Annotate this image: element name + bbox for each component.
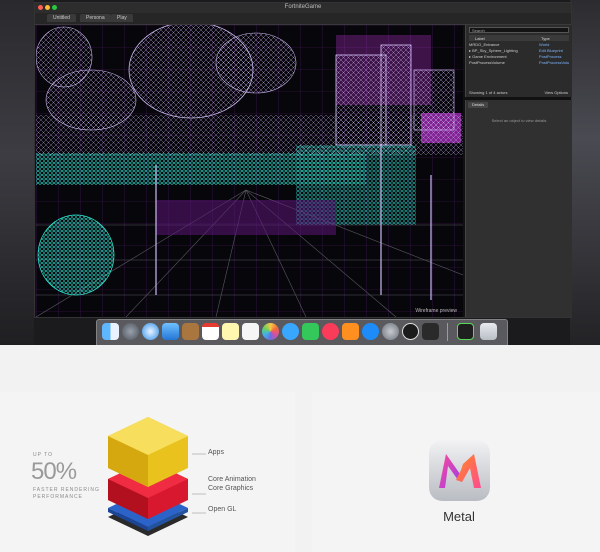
viewport-caption: Wireframe preview: [415, 308, 457, 314]
facetime-icon[interactable]: [302, 323, 319, 340]
dock: [96, 319, 508, 345]
outliner-header: Label Type: [469, 35, 569, 41]
launchpad-icon[interactable]: [122, 323, 139, 340]
finder-icon[interactable]: [102, 323, 119, 340]
calendar-icon[interactable]: [202, 323, 219, 340]
stack-label-apps: Apps: [208, 449, 224, 456]
system-preferences-icon[interactable]: [382, 323, 399, 340]
outliner-search-input[interactable]: Search: [469, 27, 569, 33]
safari-icon[interactable]: [142, 323, 159, 340]
activity-monitor-icon[interactable]: [457, 323, 474, 340]
unreal-engine-icon[interactable]: [402, 323, 419, 340]
stack-label-core-graphics: Core Graphics: [208, 485, 254, 492]
desktop-wallpaper-right: [570, 0, 600, 345]
mail-icon[interactable]: [162, 323, 179, 340]
column-label[interactable]: Label: [475, 36, 485, 41]
window-title: FortniteGame: [284, 4, 322, 10]
music-icon[interactable]: [322, 323, 339, 340]
tab-untitled[interactable]: Untitled: [47, 14, 76, 22]
contacts-icon[interactable]: [182, 323, 199, 340]
app-store-icon[interactable]: [362, 323, 379, 340]
editor-toolbar: Untitled Persona Play: [35, 13, 571, 25]
level-viewport[interactable]: Wireframe preview: [36, 25, 463, 317]
wireframe-scene: [36, 25, 463, 317]
metal-app-icon: [429, 440, 490, 501]
messages-icon[interactable]: [282, 323, 299, 340]
trash-icon[interactable]: [480, 323, 497, 340]
fortnite-icon[interactable]: [422, 323, 439, 340]
actor-count: Showing 1 of 4 actors: [469, 90, 508, 95]
ibooks-icon[interactable]: [342, 323, 359, 340]
outliner-footer: Showing 1 of 4 actors View Options: [469, 89, 569, 96]
metal-label: Metal: [443, 509, 475, 524]
stack-label-core-animation: Core Animation: [208, 476, 256, 483]
desktop-screenshot: FortniteGame Untitled Persona Play Wiref…: [0, 0, 600, 345]
tab-details[interactable]: Details: [468, 102, 489, 108]
world-outliner-panel: Search Label Type MRDO_Entrance World ▸ …: [465, 25, 572, 97]
performance-panel: UP TO 50% FASTER RENDERING PERFORMANCE A…: [0, 392, 295, 552]
performance-value: 50%: [31, 458, 77, 485]
outliner-row[interactable]: PostProcessVolume PostProcessVolume: [469, 60, 569, 66]
view-options-button[interactable]: View Options: [545, 89, 569, 96]
tab-persona[interactable]: Persona: [80, 14, 111, 22]
dock-separator: [447, 323, 448, 341]
details-empty-message: Select an object to view details: [491, 118, 547, 123]
notes-icon[interactable]: [222, 323, 239, 340]
performance-description: FASTER RENDERING PERFORMANCE: [33, 487, 100, 500]
graphics-stack-diagram: [108, 417, 206, 536]
photos-icon[interactable]: [262, 323, 279, 340]
tab-play[interactable]: Play: [111, 14, 133, 22]
unreal-editor-window[interactable]: FortniteGame Untitled Persona Play Wiref…: [34, 2, 572, 318]
stack-label-open-gl: Open GL: [208, 506, 237, 513]
reminders-icon[interactable]: [242, 323, 259, 340]
column-type[interactable]: Type: [541, 36, 550, 41]
desktop-wallpaper-left: [0, 0, 34, 345]
details-panel: Details Select an object to view details: [465, 100, 572, 317]
